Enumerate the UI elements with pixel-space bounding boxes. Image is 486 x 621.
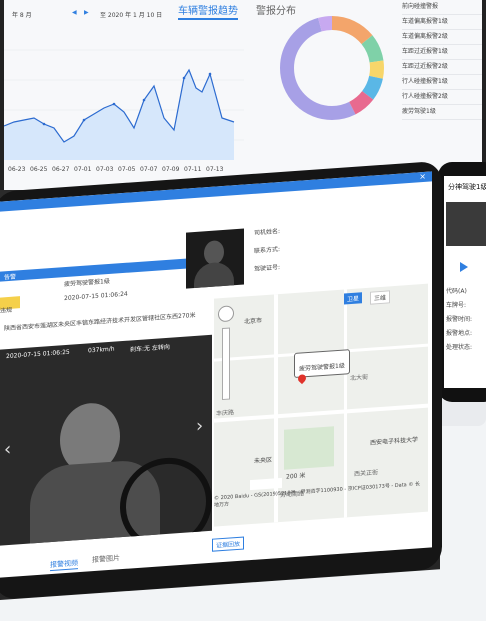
monitor-screen: 年 8 月 ◀ ▶ 至 2020 年 1 月 10 日 车辆警报趋势 警报分布 … [4,0,482,190]
evidence-playback-button[interactable]: 证据回放 [212,536,245,552]
legend-item[interactable]: 车距过近报警2级 [402,60,482,75]
x-tick: 07-05 [118,166,136,173]
date-range[interactable]: 至 2020 年 1 月 10 日 [100,10,162,19]
x-tick: 07-01 [74,166,92,173]
legend-item[interactable]: 车距过近报警1级 [402,45,482,60]
legend-item[interactable]: 车道偏离报警1级 [402,15,482,30]
alarm-location: 陕西省西安市莲湖区未央区丰镐东路经济技术开发区管辖社区东西270米 [4,311,196,333]
tab-alarm-trend[interactable]: 车辆警报趋势 [178,2,238,20]
map-pan-control[interactable] [218,305,234,323]
legend-item[interactable]: 行人碰撞报警2级 [402,90,482,105]
legend-item[interactable]: 车道偏离报警2级 [402,30,482,45]
map-copyright: © 2020 Baidu - GS(2019)5218号 - 甲测资字11009… [214,481,420,509]
chevron-left-icon[interactable]: ‹ [4,439,11,461]
map-road-label: 北大街 [350,373,369,383]
alarm-trend-chart [4,49,244,160]
close-icon[interactable]: × [419,172,426,181]
map-3d-button[interactable]: 三维 [370,290,391,305]
x-tick: 07-09 [162,166,180,173]
phone-row: 代码(A) [446,288,467,295]
x-tick: 06-25 [30,166,48,173]
x-tick: 06-27 [52,166,70,173]
phone-row: 处理状态: [446,344,473,351]
driver-silhouette [204,239,224,266]
legend-item[interactable]: 行人碰撞报警1级 [402,75,482,90]
violation-badge: 违规 [0,296,20,315]
map-park [284,426,334,470]
driver-license-label: 驾驶证号: [254,263,281,273]
tablet: × 告警 违规 疲劳驾驶警报1级 2020-07-15 01:06:24 陕西省… [0,160,442,600]
tablet-screen: × 告警 违规 疲劳驾驶警报1级 2020-07-15 01:06:24 陕西省… [0,171,432,578]
driver-name-label: 司机姓名: [254,227,281,237]
alarm-time: 2020-07-15 01:06:24 [64,290,128,303]
map-road-label: 西关正街 [354,469,379,478]
map-road-label: 丰庆路 [216,409,235,418]
x-tick: 07-07 [140,166,158,173]
x-tick: 07-03 [96,166,114,173]
panel-title: 告警 [4,273,17,282]
map-satellite-button[interactable]: 卫星 [344,292,363,305]
tab-alarm-video[interactable]: 报警视频 [50,558,78,572]
tab-alarm-photo[interactable]: 报警图片 [92,553,120,565]
x-tick: 06-23 [8,166,26,173]
phone-screen: 分神驾驶1级 代码(A) 车牌号: 报警时间: 报警地点: 处理状态: [444,176,486,388]
driver-phone-label: 联系方式: [254,245,281,255]
video-speed: 037km/h [88,345,115,355]
chevron-right-icon[interactable]: › [196,415,203,437]
map-poi: 北京市 [244,317,263,326]
map-poi: 西安电子科技大学 [370,436,419,447]
legend-item[interactable]: 前向碰撞警报 [402,0,482,15]
trend-area [4,70,234,160]
driver-photo [186,228,244,289]
prev-icon[interactable]: ◀ [72,9,77,16]
play-icon[interactable] [460,262,468,272]
phone-row: 车牌号: [446,302,467,309]
map-zoom-slider[interactable] [222,327,230,401]
map[interactable]: 丰庆路 北大街 西关正街 劳动南路 北京市 西安电子科技大学 未央区 疲劳驾驶警… [214,283,428,527]
alarm-type-label: 疲劳驾驶警报1级 [64,277,110,289]
alarm-video[interactable]: 2020-07-15 01:06:25 037km/h 刹车:无 左转向 ‹ › [0,334,212,546]
x-tick: 07-11 [184,166,202,173]
x-axis-ticks: 06-23 06-25 06-27 07-01 07-03 07-05 07-0… [8,166,238,176]
next-icon[interactable]: ▶ [84,9,89,16]
date-start[interactable]: 年 8 月 [12,10,32,19]
legend: 前向碰撞警报 车道偏离报警1级 车道偏离报警2级 车距过近报警1级 车距过近报警… [402,0,482,120]
map-scale: 200 米 [286,472,306,481]
x-tick: 07-13 [206,166,224,173]
video-status: 刹车:无 左转向 [130,343,170,354]
phone-title: 分神驾驶1级 [448,183,486,191]
legend-item[interactable]: 疲劳驾驶1级 [402,105,482,120]
phone-row: 报警地点: [446,330,473,337]
video-timestamp: 2020-07-15 01:06:25 [6,348,70,361]
phone-video-thumb[interactable] [446,202,486,246]
map-poi: 未央区 [254,456,273,465]
phone-row: 报警时间: [446,316,473,323]
alarm-distribution-donut [280,16,384,120]
